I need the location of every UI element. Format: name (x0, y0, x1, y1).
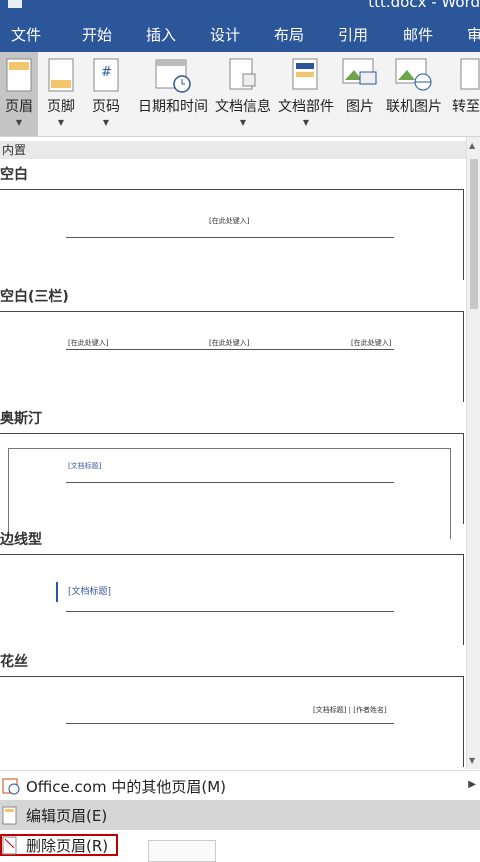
document-info-icon (229, 58, 257, 96)
svg-text:#: # (101, 65, 112, 80)
title-bar: ttt.docx - Word (0, 0, 480, 14)
tab-review[interactable]: 审 (467, 24, 480, 45)
category-label: 花丝 (0, 654, 28, 670)
menu-item-more-headers[interactable]: Office.com 中的其他页眉(M) ▶ (0, 770, 480, 801)
window-title: ttt.docx - Word (368, 0, 480, 11)
menu-item-edit-header[interactable]: 编辑页眉(E) (0, 800, 480, 830)
category-label: 空白 (0, 167, 28, 183)
divider (66, 482, 394, 483)
tab-insert[interactable]: 插入 (146, 24, 176, 45)
tab-file[interactable]: 文件 (11, 24, 41, 45)
quick-parts-icon (292, 58, 320, 96)
gallery-item-filigree[interactable]: [文档标题] | [作者姓名] (0, 676, 464, 767)
scroll-down-icon[interactable]: ▼ (469, 756, 475, 765)
quick-parts-button[interactable]: 文档部件 ▼ (275, 52, 337, 136)
tab-mailings[interactable]: 邮件 (403, 24, 433, 45)
chevron-right-icon: ▶ (468, 779, 476, 790)
goto-icon (460, 58, 480, 96)
footer-page-icon (48, 58, 74, 96)
category-label: 奥斯汀 (0, 411, 42, 427)
chevron-down-icon: ▼ (239, 118, 247, 127)
gallery-item-blank[interactable]: [在此处键入] (0, 189, 464, 280)
goto-button[interactable]: 转至 (448, 52, 480, 136)
section-header: 内置 (0, 141, 466, 159)
scroll-up-icon[interactable]: ▲ (469, 141, 475, 150)
placeholder-text: [在此处键入] (68, 339, 109, 347)
header-page-icon (6, 58, 32, 96)
header-gallery: 内置 空白 [在此处键入] 空白(三栏) [在此处键入] [在此处键入] [在此… (0, 137, 466, 769)
calendar-clock-icon (154, 58, 192, 98)
office-com-icon (2, 777, 20, 799)
placeholder-text: [在此处键入] (209, 217, 250, 225)
gallery-scrollbar[interactable]: ▲ ▼ (466, 137, 480, 769)
date-time-button[interactable]: 日期和时间 (134, 52, 212, 136)
divider (66, 237, 394, 238)
online-picture-icon (395, 58, 433, 96)
footer-button[interactable]: 页脚 ▼ (42, 52, 80, 136)
picture-icon (342, 58, 378, 96)
tab-layout[interactable]: 布局 (274, 24, 304, 45)
placeholder-text: [在此处键入] (209, 339, 250, 347)
page-number-icon: # (93, 58, 119, 96)
placeholder-text: [文档标题] | [作者姓名] (313, 706, 387, 714)
header-button[interactable]: 页眉 ▼ (0, 52, 38, 136)
gallery-item-austin[interactable]: [文档标题] (0, 433, 464, 539)
ribbon: 页眉 ▼ 页脚 ▼ # 页码 ▼ 日期和时间 文档信息 ▼ 文档部件 ▼ 图片 … (0, 52, 480, 137)
divider (66, 611, 394, 612)
edit-header-icon (2, 806, 18, 830)
scrollbar-thumb[interactable] (470, 159, 478, 309)
divider (66, 349, 394, 350)
placeholder-text: [文档标题] (68, 587, 112, 597)
tab-home[interactable]: 开始 (82, 24, 112, 45)
gallery-item-blank-three-column[interactable]: [在此处键入] [在此处键入] [在此处键入] (0, 311, 464, 402)
document-info-button[interactable]: 文档信息 ▼ (213, 52, 273, 136)
chevron-down-icon: ▼ (15, 118, 23, 127)
online-picture-button[interactable]: 联机图片 (382, 52, 446, 136)
divider (66, 723, 394, 724)
save-icon[interactable] (8, 0, 22, 8)
chevron-down-icon: ▼ (302, 118, 310, 127)
chevron-down-icon: ▼ (102, 118, 110, 127)
placeholder-text: [在此处键入] (351, 339, 392, 347)
category-label: 边线型 (0, 532, 42, 548)
placeholder-text: [文档标题] (68, 462, 102, 470)
picture-button[interactable]: 图片 (340, 52, 380, 136)
category-label: 空白(三栏) (0, 289, 69, 305)
tab-design[interactable]: 设计 (210, 24, 240, 45)
delete-header-icon (2, 836, 18, 860)
chevron-down-icon: ▼ (57, 118, 65, 127)
accent-bar (56, 582, 58, 602)
gallery-item-sideline[interactable]: [文档标题] (0, 554, 464, 645)
ribbon-tabs: 文件 开始 插入 设计 布局 引用 邮件 审 (0, 14, 480, 52)
menu-item-delete-header[interactable]: 删除页眉(R) (0, 830, 480, 862)
page-number-button[interactable]: # 页码 ▼ (86, 52, 126, 136)
tab-references[interactable]: 引用 (338, 24, 368, 45)
tooltip-box (148, 840, 216, 862)
